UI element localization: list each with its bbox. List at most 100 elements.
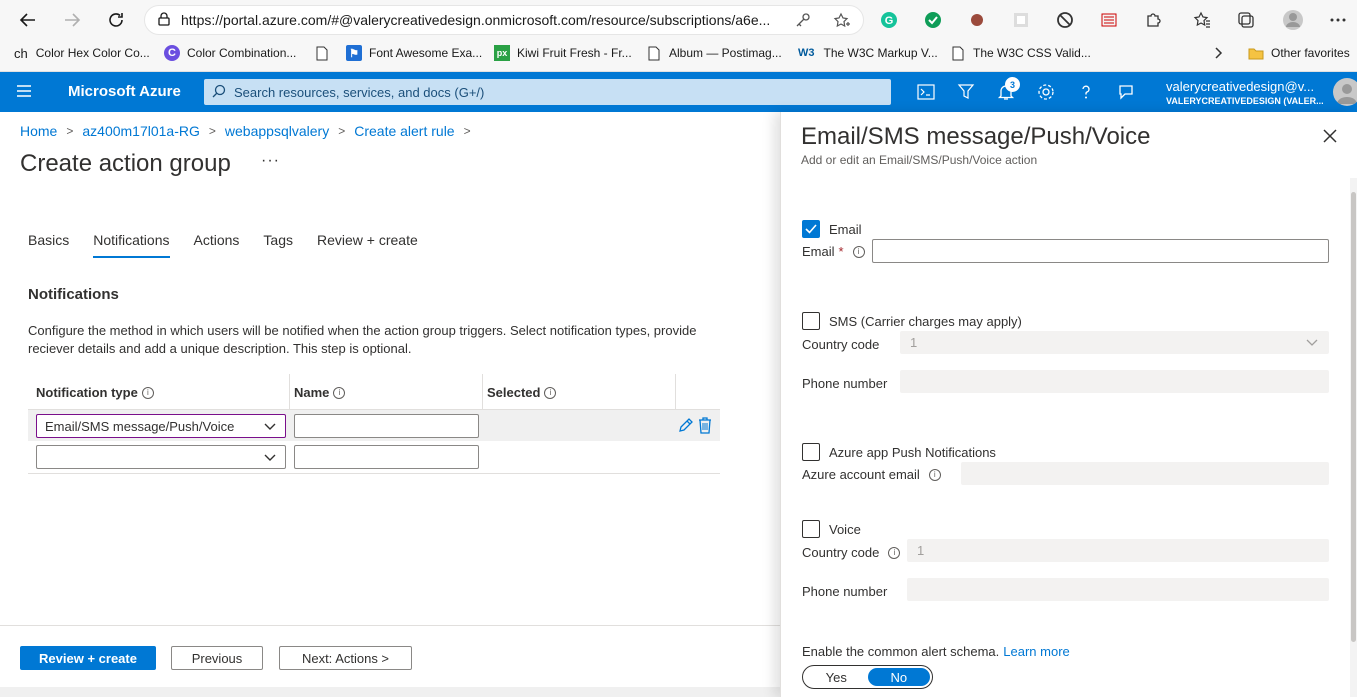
block-extension-icon[interactable] (1055, 10, 1075, 30)
tab-review-create[interactable]: Review + create (317, 232, 418, 258)
push-checkbox-row[interactable]: Azure app Push Notifications (802, 443, 996, 461)
bookmark-label: Album — Postimag... (669, 46, 782, 60)
folder-icon (1248, 45, 1264, 61)
notification-type-dropdown-empty[interactable] (36, 445, 286, 469)
bookmark-label: Color Combination... (187, 46, 297, 60)
info-icon[interactable]: i (544, 386, 557, 399)
info-icon[interactable]: i (888, 546, 901, 559)
sms-country-code-select[interactable]: 1 (900, 331, 1329, 354)
more-options-icon[interactable]: ··· (261, 152, 280, 170)
other-favorites[interactable]: Other favorites (1248, 44, 1350, 62)
bookmark-item[interactable]: ⚑ Font Awesome Exa... (346, 44, 482, 62)
tab-tags[interactable]: Tags (263, 232, 293, 258)
close-icon[interactable] (1322, 128, 1338, 147)
collections-icon[interactable] (1236, 10, 1256, 30)
column-divider (289, 374, 290, 410)
back-icon[interactable] (16, 8, 40, 32)
voice-checkbox-row[interactable]: Voice (802, 520, 861, 538)
toggle-yes[interactable]: Yes (805, 668, 868, 686)
breadcrumb-home[interactable]: Home (20, 123, 57, 139)
ruler-extension-icon[interactable] (1099, 10, 1119, 30)
url-path: /#@valerycreativedesign.onmicrosoft.com/… (327, 12, 771, 28)
notification-name-input-empty[interactable] (294, 445, 479, 469)
refresh-icon[interactable] (104, 8, 128, 32)
check-extension-icon[interactable] (923, 10, 943, 30)
bookmarks-overflow-icon[interactable] (1214, 44, 1224, 62)
help-question-icon[interactable] (1074, 80, 1098, 104)
sms-checkbox-row[interactable]: SMS (Carrier charges may apply) (802, 312, 1022, 330)
email-checkbox-label: Email (829, 221, 862, 237)
feedback-icon[interactable] (1114, 80, 1138, 104)
account-menu[interactable]: valerycreativedesign@v... VALERYCREATIVE… (1166, 79, 1324, 106)
panel-scrollbar[interactable] (1350, 178, 1357, 697)
bookmark-item[interactable]: ch Color Hex Color Co... (14, 44, 150, 62)
voice-phone-number-input[interactable] (907, 578, 1329, 601)
tab-basics[interactable]: Basics (28, 232, 69, 258)
push-checkbox[interactable] (802, 443, 820, 461)
common-alert-schema-toggle[interactable]: Yes No (802, 665, 933, 689)
toggle-no[interactable]: No (867, 668, 930, 686)
info-icon[interactable]: i (928, 468, 941, 481)
next-actions-button[interactable]: Next: Actions > (279, 646, 412, 670)
info-icon[interactable]: i (141, 386, 154, 399)
sms-checkbox[interactable] (802, 312, 820, 330)
bookmark-item[interactable]: C Color Combination... (164, 44, 296, 62)
address-bar[interactable]: https://portal.azure.com/#@valerycreativ… (144, 5, 864, 35)
review-create-button[interactable]: Review + create (20, 646, 156, 670)
learn-more-link[interactable]: Learn more (1003, 644, 1069, 659)
url-host: portal.azure.com (223, 12, 328, 28)
bookmark-item[interactable] (314, 44, 337, 62)
px-icon: px (494, 45, 510, 61)
breadcrumb-resource-group[interactable]: az400m17l01a-RG (82, 123, 200, 139)
breadcrumb-alert-rule[interactable]: Create alert rule (354, 123, 454, 139)
sms-phone-number-input[interactable] (900, 370, 1329, 393)
azure-account-email-input[interactable] (961, 462, 1329, 485)
section-description: Configure the method in which users will… (28, 323, 697, 356)
bookmark-item[interactable]: Album — Postimag... (646, 44, 782, 62)
notification-type-dropdown[interactable]: Email/SMS message/Push/Voice (36, 414, 286, 438)
azure-brand[interactable]: Microsoft Azure (68, 83, 181, 100)
table-header: Notification type i Name i Selected i (28, 374, 720, 410)
directory-filter-icon[interactable] (954, 80, 978, 104)
bookmark-item[interactable]: px Kiwi Fruit Fresh - Fr... (494, 44, 632, 62)
previous-button[interactable]: Previous (171, 646, 263, 670)
account-email-label-text: Azure account email (802, 467, 920, 482)
chevron-right-icon: > (463, 124, 471, 138)
breadcrumb: Home > az400m17l01a-RG > webappsqlvalery… (20, 123, 480, 139)
tab-notifications[interactable]: Notifications (93, 232, 170, 258)
global-search-input[interactable]: Search resources, services, and docs (G+… (204, 79, 891, 105)
chevron-down-icon (263, 420, 277, 437)
hamburger-menu-icon[interactable] (16, 84, 32, 101)
scrollbar-thumb[interactable] (1351, 192, 1356, 642)
puzzle-icon[interactable] (1143, 10, 1163, 30)
info-icon[interactable]: i (333, 386, 346, 399)
info-icon[interactable]: i (852, 245, 865, 258)
voice-checkbox[interactable] (802, 520, 820, 538)
profile-avatar-icon[interactable] (1282, 9, 1304, 31)
email-input[interactable] (872, 239, 1329, 263)
delete-trash-icon[interactable] (698, 417, 712, 437)
settings-more-icon[interactable] (1328, 10, 1348, 30)
forward-icon[interactable] (60, 8, 84, 32)
voice-country-code-input[interactable]: 1 (907, 539, 1329, 562)
account-avatar[interactable] (1333, 78, 1357, 106)
bookmark-item[interactable]: The W3C CSS Valid... (950, 44, 1091, 62)
bookmark-label: Font Awesome Exa... (369, 46, 483, 60)
cloud-shell-icon[interactable] (914, 80, 938, 104)
favorites-icon[interactable] (1192, 10, 1212, 30)
grammarly-icon[interactable]: G (879, 10, 899, 30)
notification-name-input[interactable] (294, 414, 479, 438)
colorpick-extension-icon[interactable] (967, 10, 987, 30)
add-favorite-icon[interactable] (833, 12, 851, 33)
breadcrumb-webapp[interactable]: webappsqlvalery (225, 123, 329, 139)
tab-actions[interactable]: Actions (194, 232, 240, 258)
edit-pencil-icon[interactable] (677, 417, 694, 437)
settings-gear-icon[interactable] (1034, 80, 1058, 104)
page-icon (646, 45, 662, 61)
grid-extension-icon[interactable] (1011, 10, 1031, 30)
key-icon[interactable] (795, 12, 811, 31)
bookmark-item[interactable]: W3 The W3C Markup V... (798, 44, 938, 62)
email-checkbox[interactable] (802, 220, 820, 238)
email-checkbox-row[interactable]: Email (802, 220, 862, 238)
column-header-name: Name i (294, 385, 346, 400)
